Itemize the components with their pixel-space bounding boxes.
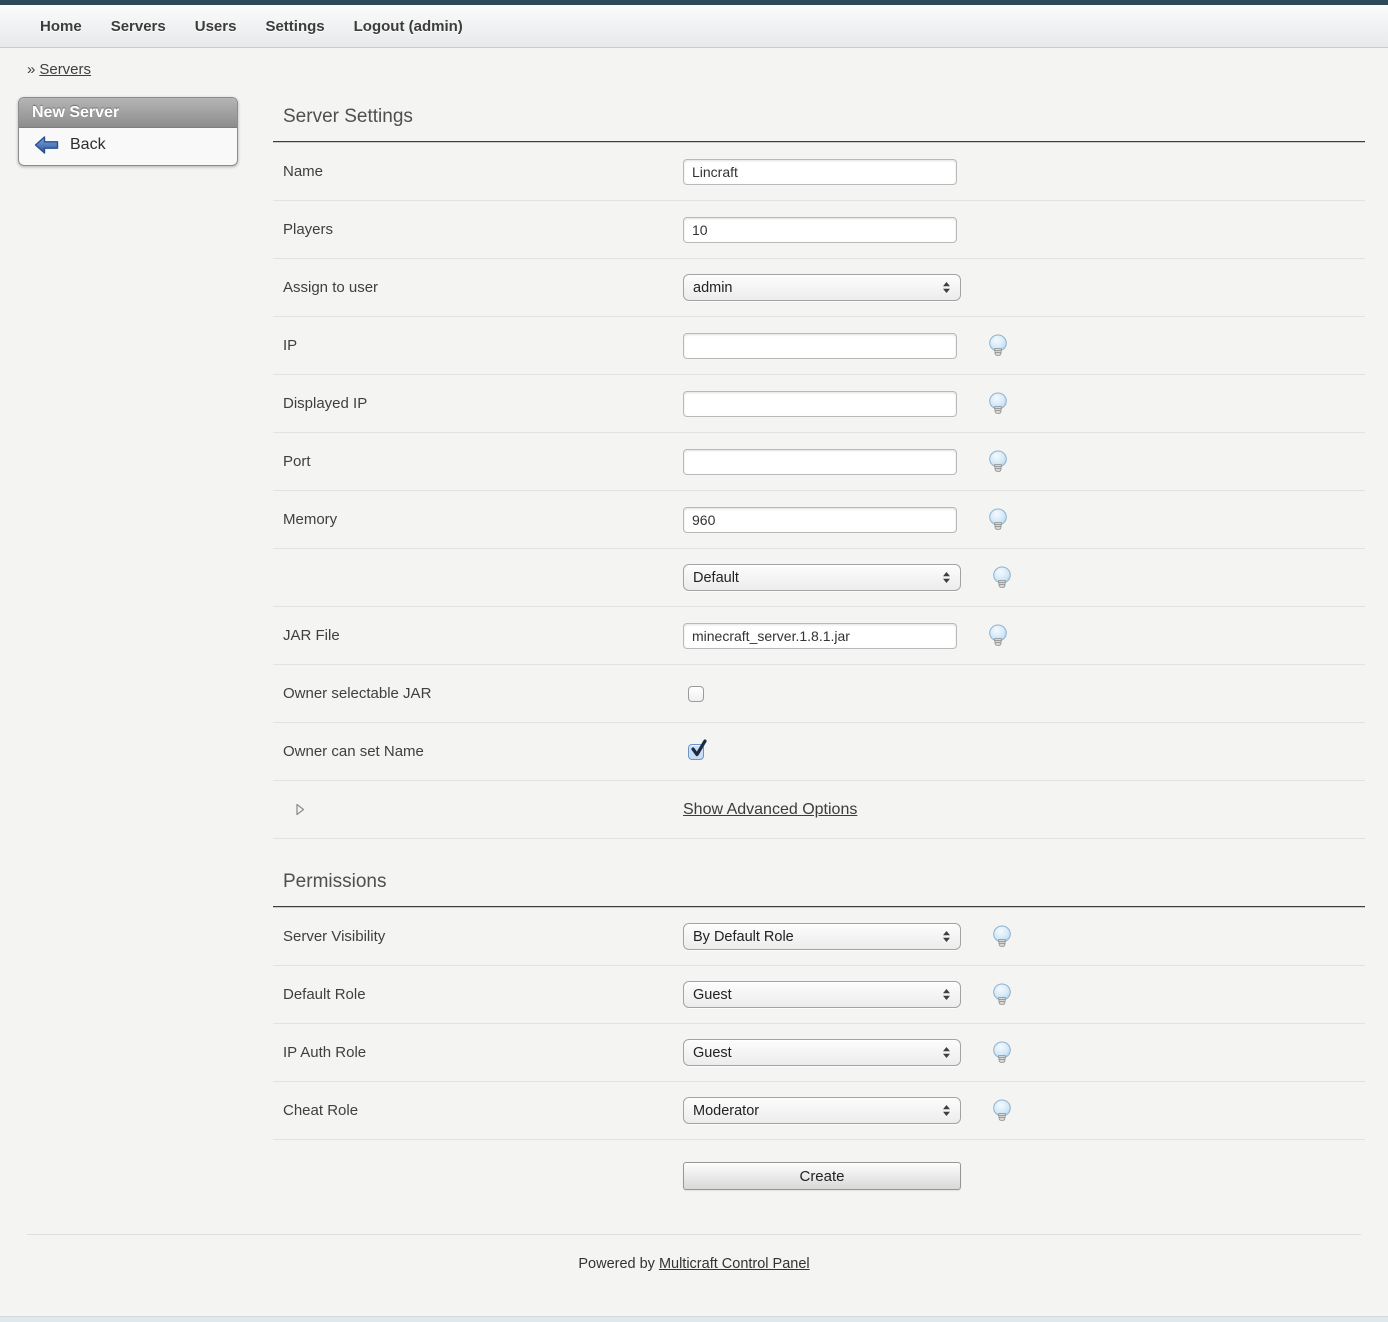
permissions-heading: Permissions [283, 871, 1365, 893]
players-label: Players [283, 221, 683, 238]
server-visibility-select[interactable]: By Default Role [683, 923, 961, 950]
port-input[interactable] [683, 449, 957, 475]
main-navigation: Home Servers Users Settings Logout (admi… [0, 5, 1388, 48]
name-label: Name [283, 163, 683, 180]
hint-bulb-icon[interactable] [991, 1099, 1013, 1122]
name-row: Name [273, 143, 1365, 201]
nav-item-home[interactable]: Home [40, 18, 82, 35]
assign-to-user-select[interactable]: admin [683, 274, 961, 301]
ip-auth-role-value: Guest [693, 1045, 732, 1061]
back-label: Back [70, 136, 106, 154]
default-role-row: Default Role Guest [273, 966, 1365, 1024]
ip-auth-role-label: IP Auth Role [283, 1044, 683, 1061]
stepper-arrows-icon [942, 281, 951, 294]
nav-item-servers[interactable]: Servers [111, 18, 166, 35]
stepper-arrows-icon [942, 930, 951, 943]
cheat-role-select[interactable]: Moderator [683, 1097, 961, 1124]
hint-bulb-icon[interactable] [987, 392, 1009, 415]
owner-selectable-jar-checkbox[interactable] [688, 686, 704, 702]
create-row: Create [273, 1140, 1365, 1212]
server-visibility-label: Server Visibility [283, 928, 683, 945]
stepper-arrows-icon [942, 571, 951, 584]
ip-row: IP [273, 317, 1365, 375]
default-select-row: Default [273, 549, 1365, 607]
assign-to-user-value: admin [693, 280, 733, 296]
ip-input[interactable] [683, 333, 957, 359]
default-role-label: Default Role [283, 986, 683, 1003]
cheat-role-value: Moderator [693, 1103, 759, 1119]
cheat-role-label: Cheat Role [283, 1102, 683, 1119]
ip-auth-role-row: IP Auth Role Guest [273, 1024, 1365, 1082]
displayed-ip-row: Displayed IP [273, 375, 1365, 433]
memory-input[interactable] [683, 507, 957, 533]
create-button[interactable]: Create [683, 1162, 961, 1190]
main-content: Server Settings Name Players Assign to u… [273, 88, 1365, 1212]
footer-prefix: Powered by [578, 1256, 655, 1272]
hint-bulb-icon[interactable] [987, 508, 1009, 531]
footer-link-multicraft[interactable]: Multicraft Control Panel [659, 1256, 810, 1272]
breadcrumb-prefix: » [27, 61, 35, 78]
displayed-ip-label: Displayed IP [283, 395, 683, 412]
name-input[interactable] [683, 159, 957, 185]
owner-can-set-name-row: Owner can set Name [273, 723, 1365, 781]
hint-bulb-icon[interactable] [991, 1041, 1013, 1064]
owner-selectable-jar-label: Owner selectable JAR [283, 685, 683, 702]
advanced-toggle-icon[interactable] [295, 803, 305, 816]
default-select[interactable]: Default [683, 564, 961, 591]
default-role-select[interactable]: Guest [683, 981, 961, 1008]
memory-label: Memory [283, 511, 683, 528]
bottom-strip [0, 1316, 1388, 1322]
owner-selectable-jar-row: Owner selectable JAR [273, 665, 1365, 723]
nav-item-users[interactable]: Users [195, 18, 237, 35]
owner-can-set-name-label: Owner can set Name [283, 743, 683, 760]
hint-bulb-icon[interactable] [987, 624, 1009, 647]
hint-bulb-icon[interactable] [991, 566, 1013, 589]
stepper-arrows-icon [942, 1046, 951, 1059]
memory-row: Memory [273, 491, 1365, 549]
nav-item-logout[interactable]: Logout (admin) [354, 18, 463, 35]
check-icon [690, 739, 707, 758]
port-label: Port [283, 453, 683, 470]
jar-file-input[interactable] [683, 623, 957, 649]
back-button[interactable]: Back [29, 136, 227, 154]
cheat-role-row: Cheat Role Moderator [273, 1082, 1365, 1140]
ip-label: IP [283, 337, 683, 354]
multicraft-new-server-page: Home Servers Users Settings Logout (admi… [0, 0, 1388, 1322]
footer: Powered byMulticraft Control Panel [0, 1235, 1388, 1272]
advanced-options-row: Show Advanced Options [273, 781, 1365, 839]
hint-bulb-icon[interactable] [991, 983, 1013, 1006]
new-server-panel: New Server Back [18, 97, 238, 166]
stepper-arrows-icon [942, 988, 951, 1001]
back-arrow-icon [34, 136, 59, 154]
ip-auth-role-select[interactable]: Guest [683, 1039, 961, 1066]
server-settings-heading: Server Settings [283, 106, 1365, 128]
nav-item-settings[interactable]: Settings [265, 18, 324, 35]
stepper-arrows-icon [942, 1104, 951, 1117]
displayed-ip-input[interactable] [683, 391, 957, 417]
default-select-value: Default [693, 570, 739, 586]
breadcrumb-link-servers[interactable]: Servers [39, 61, 91, 78]
server-visibility-row: Server Visibility By Default Role [273, 908, 1365, 966]
port-row: Port [273, 433, 1365, 491]
server-visibility-value: By Default Role [693, 929, 794, 945]
assign-to-user-label: Assign to user [283, 279, 683, 296]
players-row: Players [273, 201, 1365, 259]
hint-bulb-icon[interactable] [991, 925, 1013, 948]
breadcrumb: »Servers [0, 48, 1388, 88]
hint-bulb-icon[interactable] [987, 450, 1009, 473]
assign-to-user-row: Assign to user admin [273, 259, 1365, 317]
hint-bulb-icon[interactable] [987, 334, 1009, 357]
jar-file-row: JAR File [273, 607, 1365, 665]
players-input[interactable] [683, 217, 957, 243]
panel-title: New Server [19, 98, 237, 128]
show-advanced-options-link[interactable]: Show Advanced Options [683, 801, 857, 819]
default-role-value: Guest [693, 987, 732, 1003]
jar-file-label: JAR File [283, 627, 683, 644]
owner-can-set-name-checkbox[interactable] [688, 744, 704, 760]
